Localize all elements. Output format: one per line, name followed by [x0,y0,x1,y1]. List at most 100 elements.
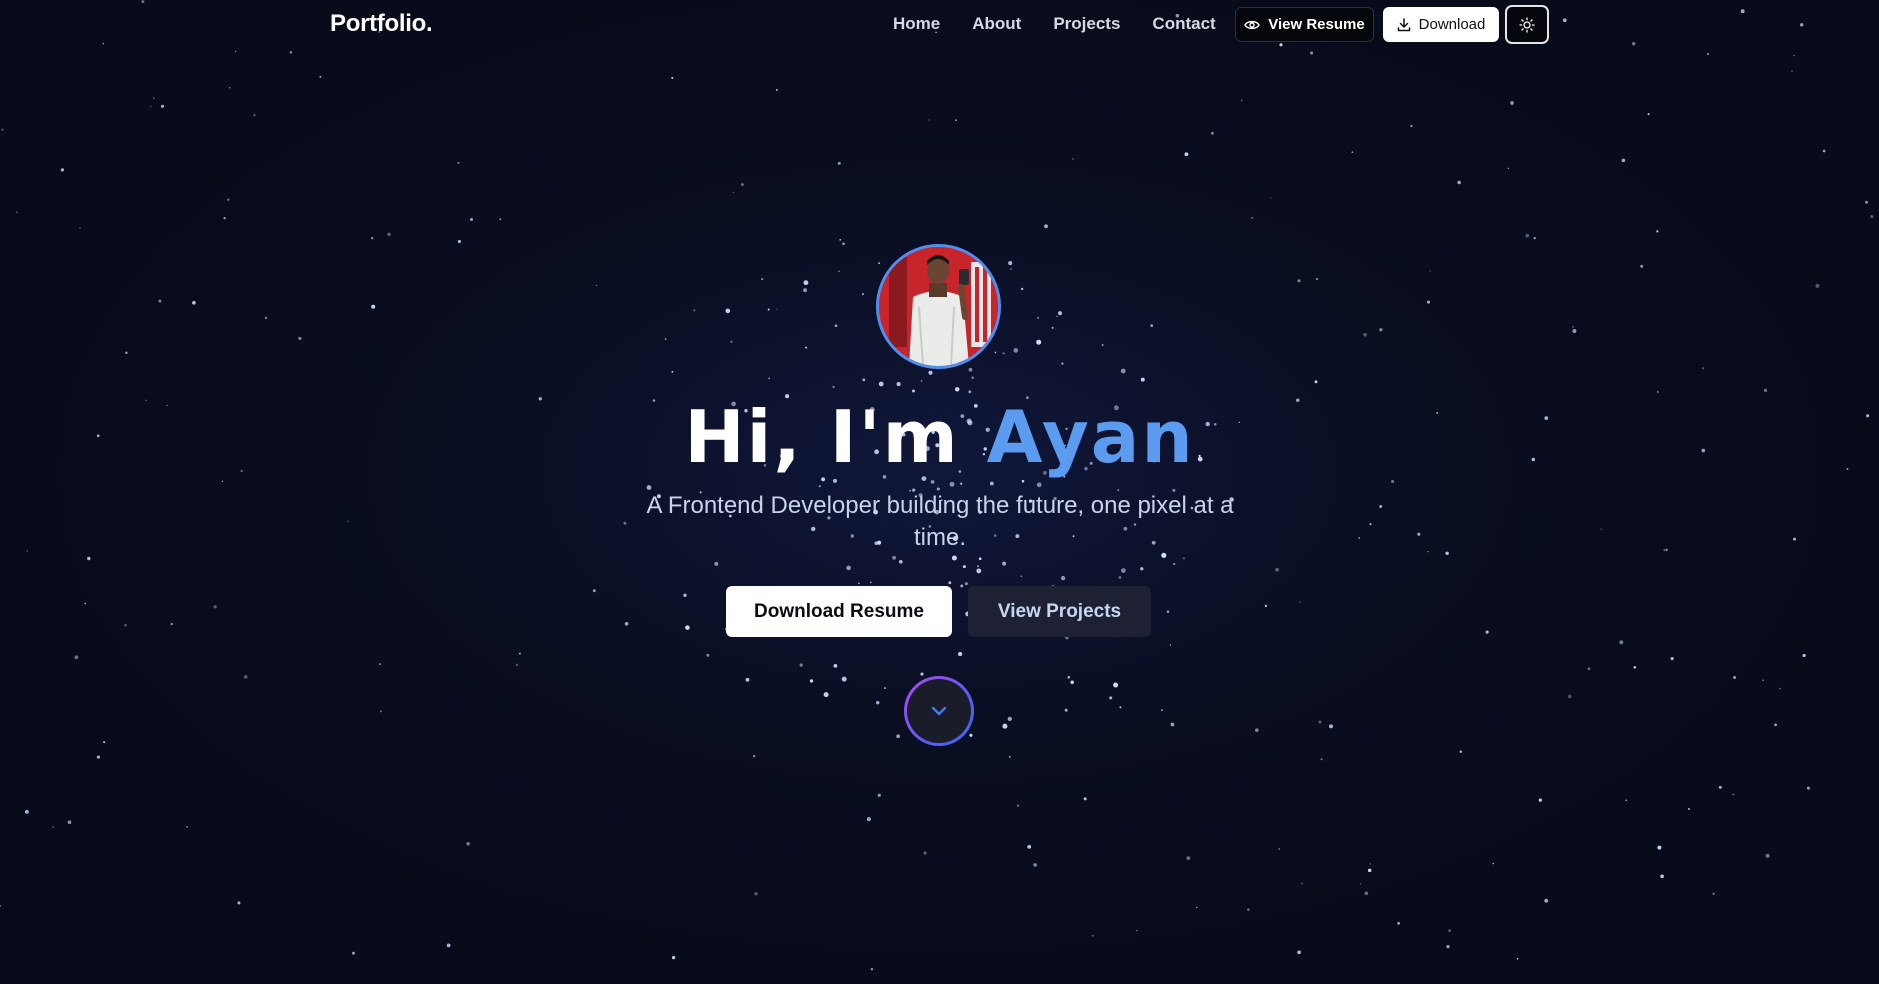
scroll-button-inner [907,679,971,743]
view-projects-button[interactable]: View Projects [968,586,1151,637]
star [841,676,847,682]
star [951,555,957,561]
star [866,817,871,822]
star [1002,352,1005,355]
hero-subtitle: A Frontend Developer building the future… [646,492,1234,551]
logo[interactable]: Portfolio. [330,10,433,38]
nav-link-contact[interactable]: Contact [1152,14,1215,34]
star [1320,758,1323,761]
star [192,301,196,305]
star [1060,575,1066,581]
star [1793,54,1795,57]
star [823,692,829,698]
star [1670,657,1674,661]
download-resume-button[interactable]: Download Resume [726,586,952,637]
star [1663,549,1666,551]
star [379,710,383,713]
star [1640,264,1644,268]
hero-name: Ayan [986,395,1195,479]
star [1109,696,1113,700]
star [319,75,322,78]
star [1057,311,1063,316]
star [1121,568,1126,573]
star [1297,279,1301,283]
star [347,520,349,523]
star [25,810,29,814]
download-button[interactable]: Download [1383,7,1499,42]
star [837,161,841,165]
star [1119,706,1122,709]
star [846,565,851,571]
star [237,901,241,905]
star [1186,856,1191,861]
star [499,218,502,221]
view-resume-button[interactable]: View Resume [1235,7,1374,42]
star [1044,224,1048,229]
star [1140,567,1144,571]
star [1633,666,1637,669]
star [1150,324,1154,327]
star [515,663,519,667]
star [1779,687,1781,690]
star [799,663,803,667]
star [1056,315,1058,318]
star [67,820,72,825]
star [876,701,880,705]
star [519,652,521,655]
star [1822,149,1826,153]
star [1718,785,1722,789]
star [52,826,54,828]
star [761,277,764,281]
star [26,550,28,552]
star [877,793,881,797]
star [833,664,838,668]
star [1101,343,1104,347]
star [124,623,127,627]
theme-toggle-button[interactable] [1505,5,1549,44]
star [60,168,65,172]
star [964,582,968,586]
star [1359,883,1362,885]
star [1533,236,1536,240]
hero-headline: Hi, I'm Ayan [0,392,1879,482]
star [264,316,268,320]
star [84,602,87,605]
star [1765,853,1770,858]
star [1020,287,1024,291]
star [1712,892,1715,895]
star [1118,576,1122,579]
star [1136,929,1138,932]
star [1120,368,1126,374]
star [1016,804,1020,807]
star [1170,722,1175,727]
star [671,76,674,79]
star [1572,329,1577,333]
sun-icon [1519,16,1535,33]
star [298,336,302,340]
star [103,740,106,744]
star [1706,52,1710,56]
star [1297,950,1301,955]
star [809,679,814,683]
star [1184,152,1189,157]
star [289,51,293,54]
star [1358,536,1361,539]
star [79,227,81,229]
star [1051,326,1054,329]
star [1299,601,1301,603]
star [1033,863,1037,867]
star [379,663,381,666]
scroll-down-button[interactable] [904,676,974,746]
star [730,340,733,343]
star [1865,200,1868,204]
nav-link-about[interactable]: About [972,14,1021,34]
star [1665,548,1668,551]
nav-link-projects[interactable]: Projects [1053,14,1120,34]
chevron-down-icon [931,706,947,716]
nav-link-home[interactable]: Home [893,14,940,34]
star [1314,380,1318,384]
star [1492,862,1495,865]
star [1301,882,1303,885]
star [1369,863,1371,865]
star [1802,653,1806,658]
